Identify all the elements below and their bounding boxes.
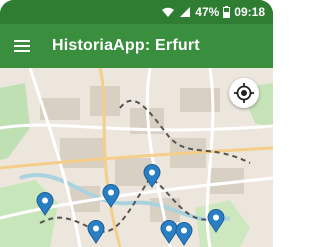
clock: 09:18 (234, 5, 265, 19)
marker-icon (207, 209, 225, 233)
phone-screen: 47% 09:18 HistoriaApp: Erfurt (0, 0, 273, 247)
wifi-icon (161, 6, 175, 18)
marker-icon (87, 220, 105, 244)
map-marker-1[interactable] (36, 192, 54, 216)
marker-icon (102, 184, 120, 208)
hamburger-menu-icon[interactable] (10, 34, 34, 58)
app-title: HistoriaApp: Erfurt (52, 37, 200, 54)
marker-icon (143, 164, 161, 188)
map-marker-2[interactable] (102, 184, 120, 208)
map-marker-3[interactable] (143, 164, 161, 188)
status-bar: 47% 09:18 (0, 0, 273, 24)
battery-icon (223, 6, 231, 18)
gps-locate-icon[interactable] (229, 78, 259, 108)
city-map[interactable] (0, 68, 273, 247)
map-marker-5[interactable] (87, 220, 105, 244)
marker-icon (36, 192, 54, 216)
marker-icon (175, 222, 193, 246)
map-marker-7[interactable] (175, 222, 193, 246)
app-bar: HistoriaApp: Erfurt (0, 24, 273, 68)
battery-percent: 47% (195, 5, 220, 19)
signal-icon (179, 6, 191, 18)
map-marker-4[interactable] (207, 209, 225, 233)
